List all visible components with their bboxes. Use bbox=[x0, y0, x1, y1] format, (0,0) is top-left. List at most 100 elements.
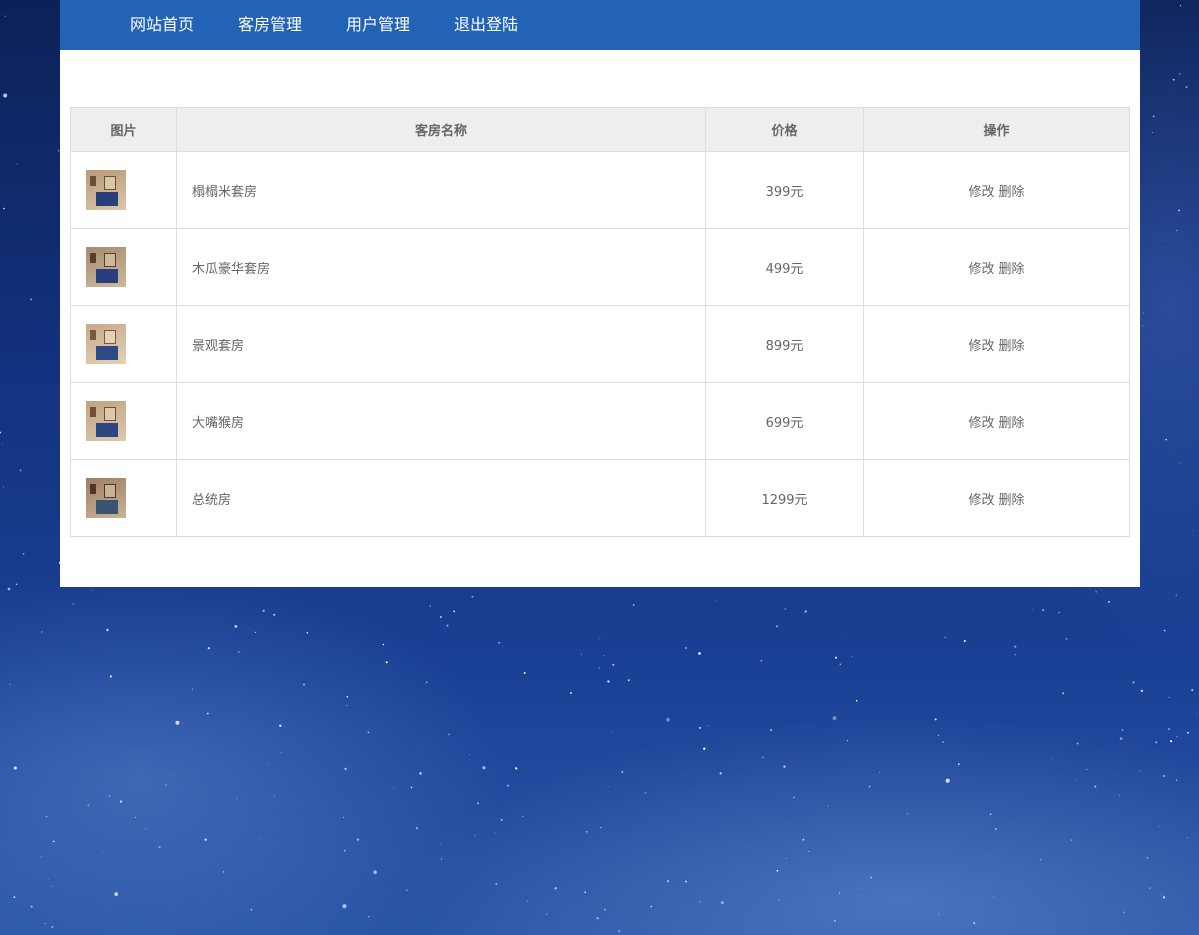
room-price: 1299元 bbox=[705, 459, 864, 537]
main-panel: 网站首页 客房管理 用户管理 退出登陆 图片 客房名称 价格 操作 榻榻米套房 3… bbox=[60, 0, 1140, 587]
star bbox=[973, 922, 976, 925]
star bbox=[343, 849, 346, 852]
edit-link[interactable]: 修改 bbox=[968, 416, 994, 431]
star bbox=[158, 845, 161, 849]
room-image-cell bbox=[70, 459, 177, 537]
star bbox=[234, 624, 238, 628]
star bbox=[797, 797, 798, 799]
star bbox=[569, 692, 572, 694]
delete-link[interactable]: 删除 bbox=[999, 339, 1025, 354]
star bbox=[985, 854, 987, 855]
room-thumbnail bbox=[86, 247, 126, 287]
star bbox=[827, 805, 829, 808]
star bbox=[618, 930, 620, 932]
star bbox=[415, 827, 418, 830]
star bbox=[1121, 729, 1124, 731]
star bbox=[237, 651, 240, 653]
star bbox=[783, 765, 786, 768]
star bbox=[393, 786, 395, 788]
star bbox=[373, 870, 377, 875]
edit-link[interactable]: 修改 bbox=[968, 185, 994, 200]
star bbox=[522, 816, 524, 818]
star bbox=[419, 772, 422, 775]
star bbox=[1014, 653, 1016, 656]
star bbox=[934, 718, 937, 721]
star bbox=[102, 850, 103, 852]
edit-link[interactable]: 修改 bbox=[968, 262, 994, 277]
star bbox=[963, 639, 966, 643]
star bbox=[846, 739, 849, 742]
star bbox=[1095, 590, 1097, 593]
star bbox=[1179, 5, 1182, 7]
star bbox=[627, 679, 630, 682]
star bbox=[776, 869, 779, 872]
star bbox=[346, 696, 349, 698]
star bbox=[924, 767, 926, 769]
delete-link[interactable]: 删除 bbox=[999, 262, 1025, 277]
room-thumbnail bbox=[86, 170, 126, 210]
delete-link[interactable]: 删除 bbox=[999, 493, 1025, 508]
room-image-cell bbox=[70, 228, 177, 306]
nav-logout[interactable]: 退出登陆 bbox=[454, 0, 518, 50]
star bbox=[506, 784, 510, 787]
star bbox=[992, 896, 994, 898]
star bbox=[585, 830, 588, 833]
room-thumbnail bbox=[86, 478, 126, 518]
edit-link[interactable]: 修改 bbox=[968, 493, 994, 508]
star bbox=[356, 838, 360, 841]
delete-link[interactable]: 删除 bbox=[999, 185, 1025, 200]
star bbox=[596, 917, 599, 920]
star bbox=[1094, 785, 1097, 788]
star bbox=[906, 812, 909, 815]
table-row: 景观套房 899元 修改 删除 bbox=[70, 305, 1130, 383]
room-name: 总统房 bbox=[176, 459, 706, 537]
star bbox=[554, 887, 557, 890]
star bbox=[575, 780, 577, 782]
star bbox=[1146, 856, 1149, 859]
star bbox=[268, 764, 270, 766]
nav-home[interactable]: 网站首页 bbox=[130, 0, 194, 50]
star bbox=[546, 913, 548, 915]
star bbox=[879, 771, 880, 773]
star bbox=[808, 850, 810, 853]
star bbox=[870, 876, 873, 879]
star bbox=[1119, 737, 1123, 740]
room-actions: 修改 删除 bbox=[863, 382, 1130, 460]
star bbox=[44, 923, 46, 924]
star bbox=[600, 827, 602, 829]
star bbox=[703, 747, 706, 750]
star bbox=[603, 908, 606, 911]
star bbox=[440, 844, 442, 846]
star bbox=[994, 828, 997, 830]
star bbox=[346, 704, 349, 707]
star bbox=[87, 804, 90, 807]
room-price: 699元 bbox=[705, 382, 864, 460]
star bbox=[440, 858, 443, 860]
star bbox=[175, 720, 180, 725]
star bbox=[51, 885, 53, 888]
star bbox=[851, 656, 853, 658]
star bbox=[1168, 696, 1170, 698]
room-image-cell bbox=[70, 305, 177, 383]
star bbox=[1175, 779, 1178, 781]
star bbox=[498, 641, 500, 644]
delete-link[interactable]: 删除 bbox=[999, 416, 1025, 431]
nav-user-management[interactable]: 用户管理 bbox=[346, 0, 410, 50]
star bbox=[944, 636, 947, 639]
star bbox=[608, 786, 610, 788]
star bbox=[844, 634, 846, 636]
star bbox=[1176, 229, 1178, 231]
star bbox=[749, 846, 750, 848]
star bbox=[1132, 681, 1135, 684]
table-row: 木瓜豪华套房 499元 修改 删除 bbox=[70, 228, 1130, 306]
nav-room-management[interactable]: 客房管理 bbox=[238, 0, 302, 50]
star bbox=[1178, 73, 1181, 75]
star bbox=[1185, 86, 1188, 89]
star bbox=[1139, 770, 1141, 772]
edit-link[interactable]: 修改 bbox=[968, 339, 994, 354]
room-actions: 修改 删除 bbox=[863, 228, 1130, 306]
room-price: 399元 bbox=[705, 151, 864, 229]
star bbox=[410, 786, 413, 789]
star bbox=[13, 896, 16, 898]
star bbox=[1062, 692, 1065, 695]
